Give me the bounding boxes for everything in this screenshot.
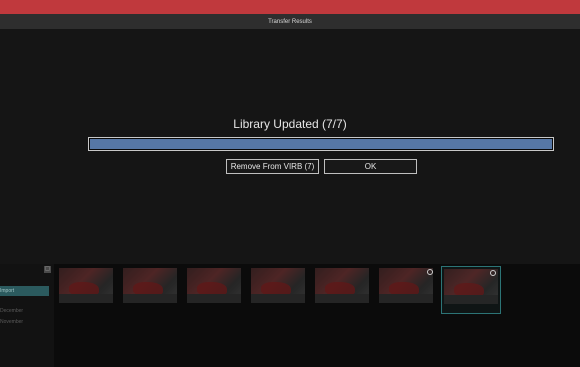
sidebar-item-november[interactable]: November (0, 319, 50, 325)
library-panel: ▢ Import December November (0, 264, 580, 367)
media-thumbnail[interactable] (185, 266, 245, 314)
media-thumbnail[interactable] (313, 266, 373, 314)
remove-from-virb-button[interactable]: Remove From VIRB (7) (226, 159, 319, 174)
location-pin-icon (490, 270, 496, 276)
top-accent-bar (0, 0, 580, 14)
sidebar-item-december[interactable]: December (0, 308, 50, 314)
location-pin-icon (427, 269, 433, 275)
sidebar-item-import[interactable]: Import (0, 286, 49, 296)
media-thumbnail-selected[interactable] (441, 266, 501, 314)
thumbnail-image (123, 268, 177, 303)
transfer-results-dialog: Library Updated (7/7) Remove From VIRB (… (0, 29, 580, 264)
library-updated-title: Library Updated (7/7) (233, 117, 347, 131)
media-thumbnail[interactable] (249, 266, 309, 314)
window-title: Transfer Results (268, 18, 312, 25)
progress-fill (90, 139, 552, 149)
library-sidebar: ▢ Import December November (0, 264, 54, 367)
media-thumbnail[interactable] (377, 266, 437, 314)
media-thumbnail[interactable] (57, 266, 117, 314)
sidebar-toggle-icon[interactable]: ▢ (44, 266, 51, 273)
ok-button[interactable]: OK (324, 159, 417, 174)
window-titlebar: Transfer Results (0, 14, 580, 29)
progress-bar (88, 137, 554, 151)
thumbnail-image (251, 268, 305, 303)
thumbnail-image (59, 268, 113, 303)
thumbnail-image (187, 268, 241, 303)
media-thumbnail[interactable] (121, 266, 181, 314)
thumbnail-image (315, 268, 369, 303)
thumbnail-image (379, 268, 433, 303)
